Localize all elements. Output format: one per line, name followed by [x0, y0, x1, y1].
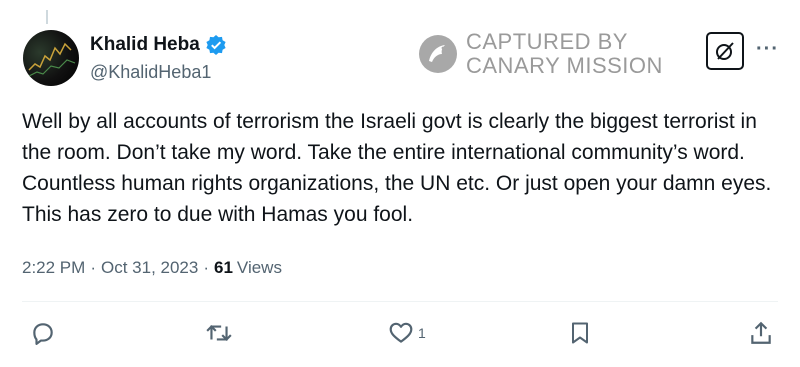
heart-icon [389, 322, 413, 343]
more-options-icon[interactable]: ··· [756, 38, 779, 61]
repost-icon [206, 325, 232, 341]
grok-button[interactable] [706, 32, 744, 70]
grok-icon [716, 42, 734, 60]
reply-icon [33, 323, 53, 345]
tweet-text: Well by all accounts of terrorism the Is… [22, 110, 772, 226]
canary-mission-logo-icon [419, 35, 457, 73]
bookmark-icon [572, 322, 588, 344]
meta-separator: · [90, 258, 96, 277]
tweet-date[interactable]: Oct 31, 2023 [101, 258, 198, 278]
tweet-time[interactable]: 2:22 PM [22, 258, 85, 278]
captured-by-canary-mission-watermark: CAPTURED BY CANARY MISSION [418, 30, 663, 78]
thread-connector [46, 10, 48, 24]
tweet-meta: 2:22 PM · Oct 31, 2023 · 61 Views [22, 258, 282, 278]
like-count: 1 [418, 325, 426, 341]
share-icon [751, 321, 771, 344]
watermark-line-1: CAPTURED BY [466, 29, 628, 54]
verified-badge-icon[interactable] [205, 34, 227, 56]
reply-button[interactable] [30, 320, 56, 346]
divider [22, 301, 778, 302]
share-button[interactable] [748, 320, 774, 346]
author-handle[interactable]: @KhalidHeba1 [90, 62, 211, 83]
bookmark-button[interactable] [568, 320, 592, 346]
avatar-chart-image [28, 42, 76, 77]
meta-separator: · [203, 258, 209, 277]
repost-button[interactable] [205, 320, 233, 346]
watermark-line-2: CANARY MISSION [466, 53, 663, 78]
action-bar: 1 [0, 320, 800, 350]
author-name-row: Khalid Heba [90, 34, 227, 56]
like-button[interactable]: 1 [388, 320, 426, 346]
avatar[interactable] [23, 30, 79, 86]
views-count[interactable]: 61 [214, 258, 233, 278]
views-label[interactable]: Views [237, 258, 282, 278]
author-display-name[interactable]: Khalid Heba [90, 34, 200, 56]
